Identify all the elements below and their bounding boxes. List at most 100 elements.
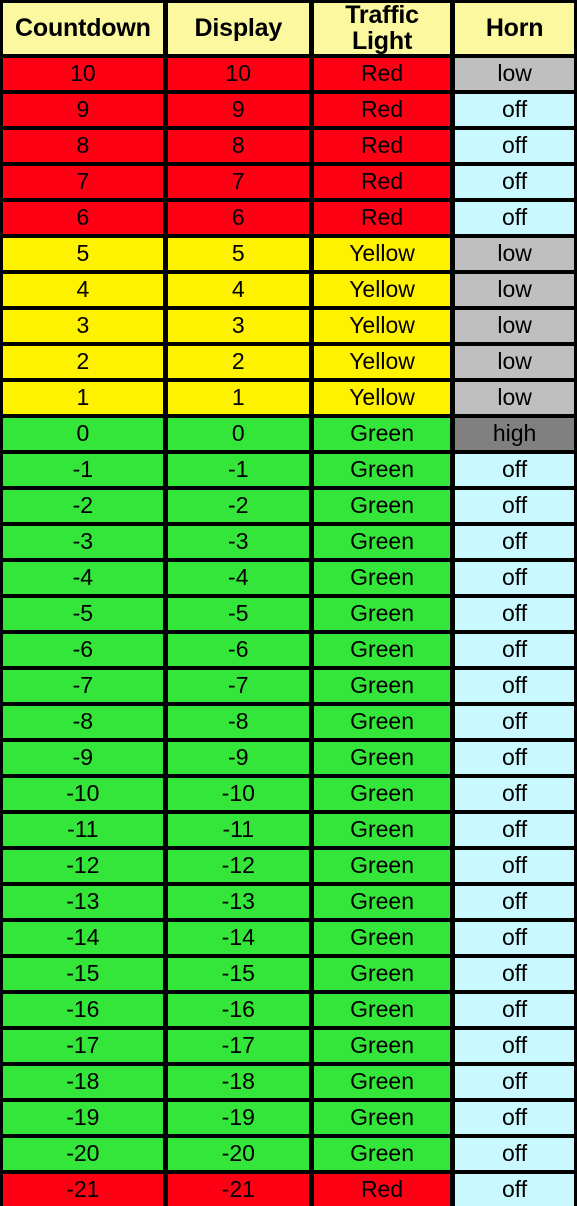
table-row: -9 -9 Green off bbox=[3, 742, 574, 774]
cell-display: -2 bbox=[167, 490, 309, 522]
cell-display: -7 bbox=[167, 670, 309, 702]
cell-countdown: 2 bbox=[3, 346, 163, 378]
table-row: -8 -8 Green off bbox=[3, 706, 574, 738]
cell-traffic-light: Red bbox=[313, 130, 451, 162]
cell-horn: low bbox=[455, 274, 574, 306]
cell-countdown: 10 bbox=[3, 58, 163, 90]
cell-display: 5 bbox=[167, 238, 309, 270]
cell-traffic-light: Green bbox=[313, 994, 451, 1026]
cell-traffic-light: Green bbox=[313, 1102, 451, 1134]
cell-horn: off bbox=[455, 94, 574, 126]
cell-horn: off bbox=[455, 202, 574, 234]
cell-traffic-light: Red bbox=[313, 94, 451, 126]
cell-display: -9 bbox=[167, 742, 309, 774]
table-row: 0 0 Green high bbox=[3, 418, 574, 450]
table-row: 2 2 Yellow low bbox=[3, 346, 574, 378]
cell-display: -15 bbox=[167, 958, 309, 990]
cell-display: -4 bbox=[167, 562, 309, 594]
table-row: -21 -21 Red off bbox=[3, 1174, 574, 1206]
cell-display: -14 bbox=[167, 922, 309, 954]
cell-traffic-light: Green bbox=[313, 706, 451, 738]
cell-countdown: 4 bbox=[3, 274, 163, 306]
cell-horn: high bbox=[455, 418, 574, 450]
cell-countdown: -15 bbox=[3, 958, 163, 990]
cell-countdown: -10 bbox=[3, 778, 163, 810]
cell-traffic-light: Yellow bbox=[313, 382, 451, 414]
cell-countdown: 1 bbox=[3, 382, 163, 414]
cell-display: -17 bbox=[167, 1030, 309, 1062]
cell-countdown: -21 bbox=[3, 1174, 163, 1206]
cell-traffic-light: Red bbox=[313, 58, 451, 90]
cell-countdown: -16 bbox=[3, 994, 163, 1026]
cell-traffic-light: Green bbox=[313, 562, 451, 594]
cell-countdown: -8 bbox=[3, 706, 163, 738]
table-row: -12 -12 Green off bbox=[3, 850, 574, 882]
cell-traffic-light: Green bbox=[313, 634, 451, 666]
table-row: -6 -6 Green off bbox=[3, 634, 574, 666]
cell-countdown: -14 bbox=[3, 922, 163, 954]
cell-display: -12 bbox=[167, 850, 309, 882]
cell-traffic-light: Green bbox=[313, 922, 451, 954]
cell-countdown: 9 bbox=[3, 94, 163, 126]
cell-traffic-light: Green bbox=[313, 742, 451, 774]
cell-horn: off bbox=[455, 670, 574, 702]
cell-horn: off bbox=[455, 1102, 574, 1134]
table-row: 9 9 Red off bbox=[3, 94, 574, 126]
table-row: 7 7 Red off bbox=[3, 166, 574, 198]
table-row: -2 -2 Green off bbox=[3, 490, 574, 522]
table-row: -16 -16 Green off bbox=[3, 994, 574, 1026]
cell-traffic-light: Green bbox=[313, 814, 451, 846]
table-row: -10 -10 Green off bbox=[3, 778, 574, 810]
cell-horn: off bbox=[455, 454, 574, 486]
cell-traffic-light: Green bbox=[313, 958, 451, 990]
cell-horn: off bbox=[455, 706, 574, 738]
cell-traffic-light: Green bbox=[313, 1030, 451, 1062]
cell-traffic-light: Green bbox=[313, 490, 451, 522]
table-body: 10 10 Red low 9 9 Red off 8 8 Red off 7 7 Red off 6 6 Red o… bbox=[3, 54, 574, 1206]
cell-horn: off bbox=[455, 886, 574, 918]
cell-traffic-light: Red bbox=[313, 202, 451, 234]
cell-display: 4 bbox=[167, 274, 309, 306]
cell-horn: off bbox=[455, 850, 574, 882]
table-row: 8 8 Red off bbox=[3, 130, 574, 162]
cell-horn: low bbox=[455, 346, 574, 378]
table-row: -18 -18 Green off bbox=[3, 1066, 574, 1098]
cell-display: -13 bbox=[167, 886, 309, 918]
cell-horn: low bbox=[455, 58, 574, 90]
cell-display: 10 bbox=[167, 58, 309, 90]
cell-countdown: -11 bbox=[3, 814, 163, 846]
cell-display: 1 bbox=[167, 382, 309, 414]
cell-display: -5 bbox=[167, 598, 309, 630]
cell-countdown: 5 bbox=[3, 238, 163, 270]
cell-display: 8 bbox=[167, 130, 309, 162]
cell-horn: off bbox=[455, 130, 574, 162]
cell-traffic-light: Yellow bbox=[313, 238, 451, 270]
cell-countdown: 0 bbox=[3, 418, 163, 450]
table-header-row: Countdown Display Traffic Light Horn bbox=[3, 3, 574, 54]
countdown-traffic-light-table: Countdown Display Traffic Light Horn 10 10… bbox=[0, 0, 577, 1206]
cell-traffic-light: Green bbox=[313, 850, 451, 882]
table-row: 1 1 Yellow low bbox=[3, 382, 574, 414]
cell-traffic-light: Green bbox=[313, 1138, 451, 1170]
table-row: -20 -20 Green off bbox=[3, 1138, 574, 1170]
cell-countdown: -20 bbox=[3, 1138, 163, 1170]
column-header-countdown: Countdown bbox=[3, 3, 163, 54]
table-row: -3 -3 Green off bbox=[3, 526, 574, 558]
table-row: 4 4 Yellow low bbox=[3, 274, 574, 306]
cell-horn: off bbox=[455, 958, 574, 990]
cell-horn: off bbox=[455, 994, 574, 1026]
cell-display: -18 bbox=[167, 1066, 309, 1098]
cell-traffic-light: Green bbox=[313, 1066, 451, 1098]
cell-horn: low bbox=[455, 310, 574, 342]
table-row: -15 -15 Green off bbox=[3, 958, 574, 990]
cell-traffic-light: Green bbox=[313, 598, 451, 630]
cell-traffic-light: Green bbox=[313, 670, 451, 702]
cell-traffic-light: Yellow bbox=[313, 346, 451, 378]
table-row: -11 -11 Green off bbox=[3, 814, 574, 846]
cell-display: -21 bbox=[167, 1174, 309, 1206]
cell-countdown: -5 bbox=[3, 598, 163, 630]
cell-countdown: -17 bbox=[3, 1030, 163, 1062]
cell-horn: off bbox=[455, 1174, 574, 1206]
cell-display: 9 bbox=[167, 94, 309, 126]
cell-countdown: -3 bbox=[3, 526, 163, 558]
